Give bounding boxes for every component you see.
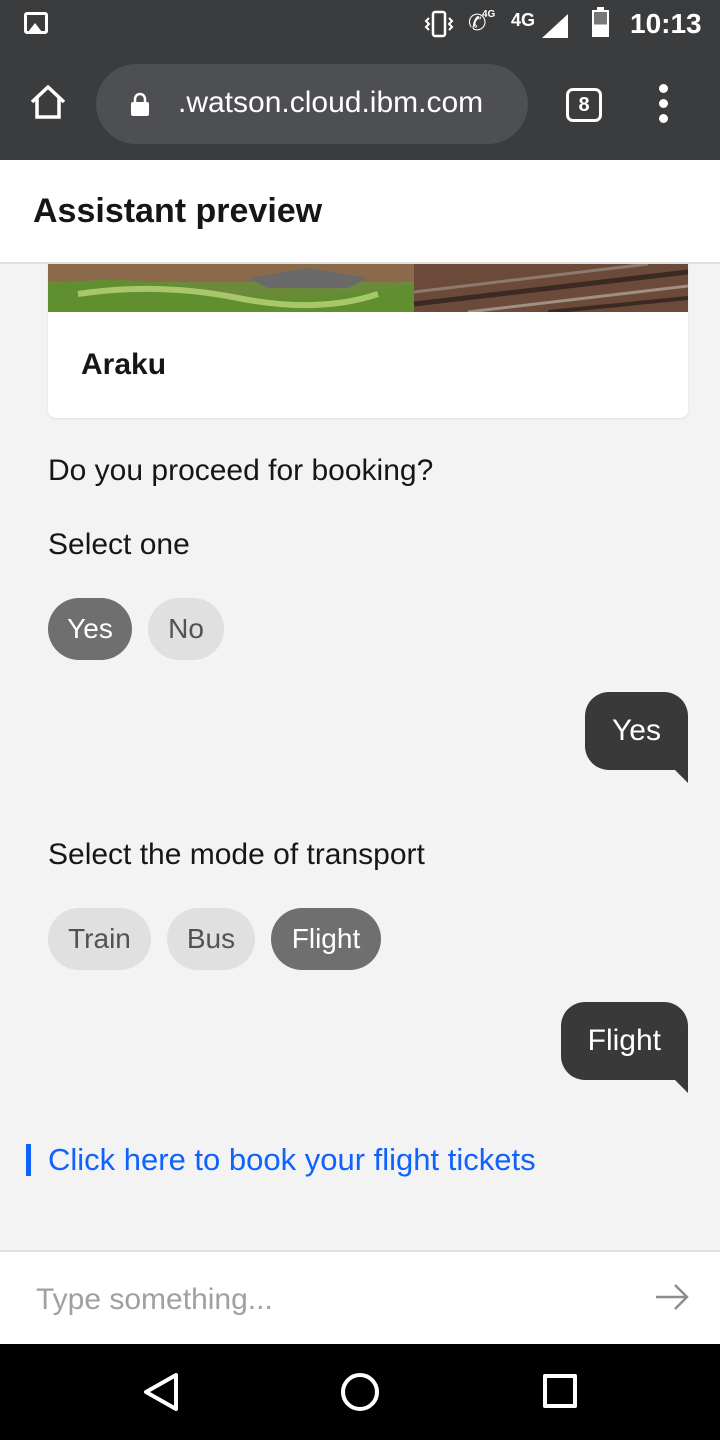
- browser-toolbar: .watson.cloud.ibm.com 8: [0, 48, 720, 160]
- destination-card: Araku: [48, 264, 688, 418]
- book-flight-link[interactable]: Click here to book your flight tickets: [48, 1142, 536, 1178]
- option-bus-button[interactable]: Bus: [167, 908, 255, 970]
- screen: ✆ 4G 4G 10:13 .watson.cloud.ibm.com 8 As…: [0, 0, 720, 1440]
- card-image: [48, 264, 688, 312]
- recents-icon[interactable]: [543, 1374, 577, 1408]
- user-message-flight: Flight: [560, 1002, 689, 1093]
- call-badge: 4G: [482, 9, 496, 20]
- status-bar: ✆ 4G 4G 10:13: [0, 0, 720, 48]
- network-type: 4G: [511, 10, 536, 30]
- lock-icon: [131, 92, 149, 116]
- option-no-button[interactable]: No: [148, 598, 224, 660]
- bot-message-select-one: Select one: [48, 528, 190, 561]
- address-bar[interactable]: .watson.cloud.ibm.com: [96, 64, 528, 144]
- vibrate-icon: [424, 10, 454, 38]
- message-input[interactable]: [36, 1280, 616, 1320]
- home-icon[interactable]: [28, 82, 68, 122]
- option-train-button[interactable]: Train: [48, 908, 151, 970]
- overflow-menu-icon[interactable]: [652, 84, 676, 124]
- send-arrow-icon[interactable]: [654, 1282, 690, 1312]
- home-nav-icon[interactable]: [341, 1373, 379, 1411]
- card-title: Araku: [81, 348, 167, 381]
- url-text: .watson.cloud.ibm.com: [178, 86, 484, 119]
- app-header: Assistant preview: [0, 160, 720, 264]
- signal-icon: [542, 14, 568, 38]
- tabs-button[interactable]: 8: [566, 88, 602, 122]
- chat-transcript[interactable]: Araku Do you proceed for booking? Select…: [0, 264, 720, 1250]
- option-yes-button[interactable]: Yes: [48, 598, 132, 660]
- bot-message-booking: Do you proceed for booking?: [48, 454, 434, 487]
- message-composer: [0, 1250, 720, 1344]
- gallery-icon: [24, 12, 48, 34]
- clock: 10:13: [630, 8, 702, 39]
- page-title: Assistant preview: [33, 192, 323, 230]
- battery-icon: [592, 7, 609, 37]
- system-nav-bar: [0, 1344, 720, 1440]
- option-flight-button[interactable]: Flight: [271, 908, 381, 970]
- back-icon[interactable]: [142, 1372, 180, 1412]
- link-accent-bar: [26, 1144, 31, 1176]
- bot-message-transport: Select the mode of transport: [48, 838, 425, 871]
- user-message-yes: Yes: [585, 692, 688, 783]
